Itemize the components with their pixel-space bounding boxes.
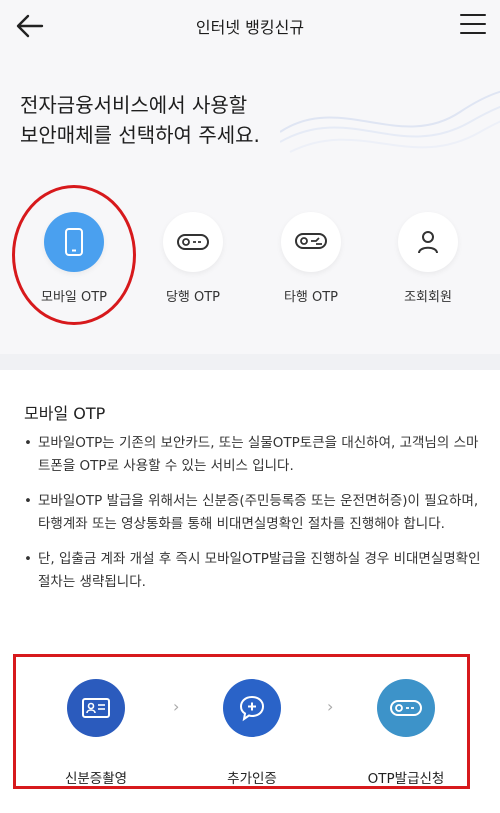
decorative-wave — [280, 90, 500, 153]
bullet-item: 모바일OTP는 기존의 보안카드, 또는 실물OTP토큰을 대신하여, 고객님의… — [24, 432, 484, 478]
otp-token-icon — [177, 234, 209, 250]
headline: 전자금융서비스에서 사용할 보안매체를 선택하여 주세요. — [20, 90, 260, 150]
step-otp-issue-request: OTP발급신청 — [341, 679, 471, 787]
step-id-photo: 신분증촬영 — [31, 679, 161, 787]
step-additional-auth: 추가인증 — [187, 679, 317, 787]
app-header: 인터넷 뱅킹신규 — [0, 0, 500, 52]
detail-title: 모바일 OTP — [24, 404, 106, 423]
headline-line-2: 보안매체를 선택하여 주세요. — [20, 123, 260, 147]
hamburger-menu-icon[interactable] — [460, 14, 486, 36]
otp-token-icon — [390, 700, 422, 716]
detail-bullets: 모바일OTP는 기존의 보안카드, 또는 실물OTP토큰을 대신하여, 고객님의… — [24, 432, 484, 606]
bullet-item: 단, 입출금 계좌 개설 후 즉시 모바일OTP발급을 진행하실 경우 비대면실… — [24, 548, 484, 594]
option-inquiry-member[interactable]: 조회회원 — [373, 212, 483, 305]
process-steps: 신분증촬영 › 추가인증 › OTP발급신청 — [13, 654, 470, 789]
detail-panel: 모바일 OTP 모바일OTP는 기존의 보안카드, 또는 실물OTP토큰을 대신… — [0, 370, 500, 813]
bullet-item: 모바일OTP 발급을 위해서는 신분증(주민등록증 또는 운전면허증)이 필요하… — [24, 490, 484, 536]
highlight-oval — [12, 185, 136, 325]
step-label: 추가인증 — [227, 771, 277, 787]
option-other-bank-otp[interactable]: 타행 OTP — [256, 212, 366, 305]
security-media-selector: 전자금융서비스에서 사용할 보안매체를 선택하여 주세요. 모바일 OTP 당행… — [0, 52, 500, 354]
chevron-right-icon: › — [173, 697, 180, 716]
step-label: 신분증촬영 — [64, 771, 128, 787]
page-title: 인터넷 뱅킹신규 — [195, 18, 305, 37]
other-bank-otp-icon — [295, 233, 327, 249]
step-label: OTP발급신청 — [367, 771, 445, 787]
option-label: 타행 OTP — [283, 290, 339, 305]
chat-plus-icon — [239, 695, 265, 722]
option-label: 조회회원 — [404, 290, 452, 305]
option-bank-otp[interactable]: 당행 OTP — [138, 212, 248, 305]
id-card-icon — [82, 698, 110, 718]
user-icon — [418, 231, 438, 254]
option-label: 당행 OTP — [165, 290, 221, 305]
chevron-right-icon: › — [327, 697, 334, 716]
headline-line-1: 전자금융서비스에서 사용할 — [20, 93, 248, 117]
